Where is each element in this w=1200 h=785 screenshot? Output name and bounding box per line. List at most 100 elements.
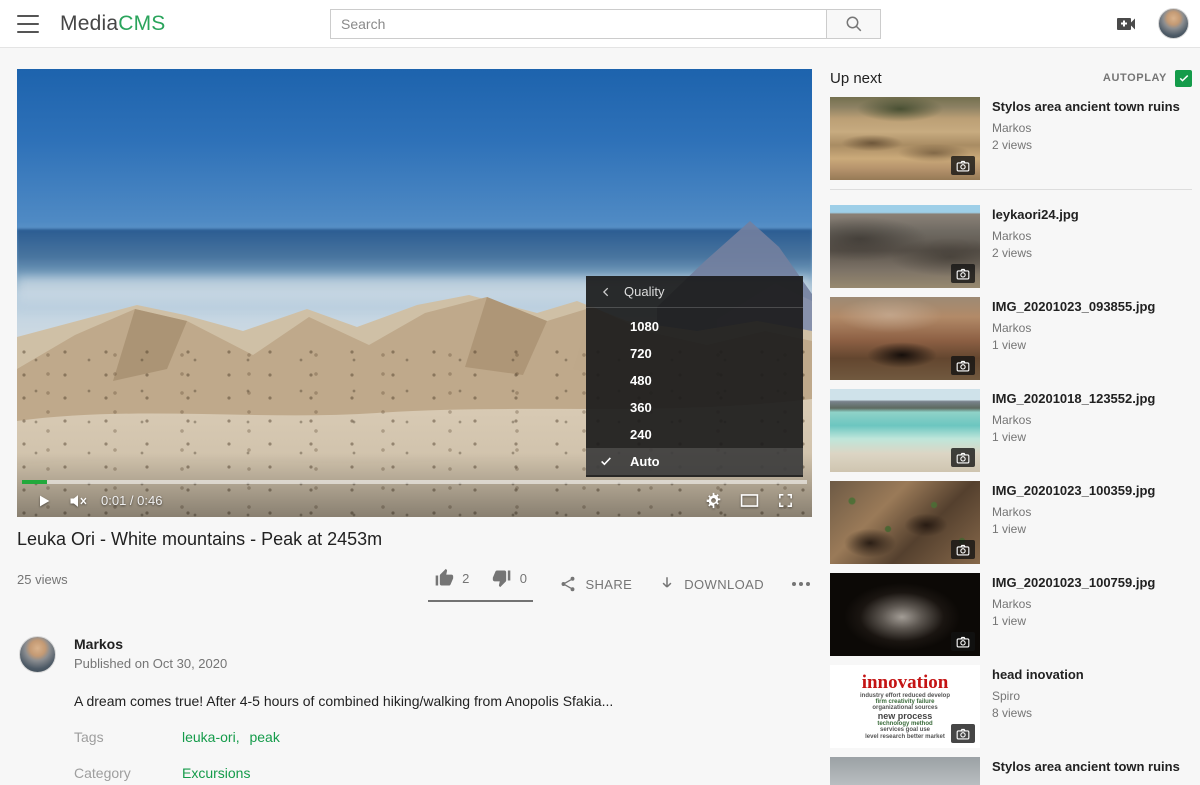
related-views: 1 view bbox=[992, 430, 1155, 444]
download-label: DOWNLOAD bbox=[684, 577, 764, 592]
brand-logo[interactable]: MediaCMS bbox=[60, 12, 165, 36]
play-button[interactable] bbox=[31, 488, 57, 514]
stats-row: 25 views 2 0 bbox=[17, 566, 812, 602]
related-views: 1 view bbox=[992, 522, 1155, 536]
mute-icon[interactable] bbox=[65, 488, 91, 514]
quality-option-720[interactable]: 720 bbox=[586, 340, 803, 367]
tag-link-leuka-ori[interactable]: leuka-ori, bbox=[182, 729, 240, 745]
author-name[interactable]: Markos bbox=[74, 636, 227, 652]
related-author[interactable]: Markos bbox=[992, 597, 1155, 611]
like-button[interactable]: 2 bbox=[434, 568, 470, 588]
search-button[interactable] bbox=[827, 9, 881, 39]
player-controls-right bbox=[700, 488, 798, 514]
related-media-item[interactable]: innovation industry effort reduced devel… bbox=[830, 665, 1192, 748]
view-count: 25 views bbox=[17, 566, 68, 587]
author-avatar[interactable] bbox=[19, 636, 56, 673]
autoplay-label: AUTOPLAY bbox=[1103, 72, 1167, 84]
quality-option-240[interactable]: 240 bbox=[586, 421, 803, 448]
quality-settings-menu: Quality 1080 720 480 360 240 Auto bbox=[586, 276, 803, 477]
camera-icon bbox=[951, 724, 975, 743]
related-thumbnail[interactable] bbox=[830, 757, 980, 785]
quality-option-auto-label: Auto bbox=[630, 454, 660, 469]
quality-menu-back[interactable]: Quality bbox=[586, 276, 803, 308]
related-author[interactable]: Markos bbox=[992, 321, 1155, 335]
related-thumbnail[interactable]: innovation industry effort reduced devel… bbox=[830, 665, 980, 748]
related-thumbnail[interactable] bbox=[830, 205, 980, 288]
related-media-item[interactable]: Stylos area ancient town ruins Markos 2 … bbox=[830, 97, 1192, 180]
search-icon bbox=[844, 14, 864, 34]
autoplay-checkbox[interactable] bbox=[1175, 70, 1192, 87]
quality-option-auto[interactable]: Auto bbox=[586, 448, 803, 475]
related-author[interactable]: Markos bbox=[992, 413, 1155, 427]
media-title: Leuka Ori - White mountains - Peak at 24… bbox=[17, 529, 812, 550]
related-title[interactable]: IMG_20201023_100759.jpg bbox=[992, 575, 1155, 591]
related-media-item[interactable]: IMG_20201018_123552.jpg Markos 1 view bbox=[830, 389, 1192, 472]
quality-option-480[interactable]: 480 bbox=[586, 367, 803, 394]
related-thumbnail[interactable] bbox=[830, 297, 980, 380]
quality-option-1080[interactable]: 1080 bbox=[586, 313, 803, 340]
chevron-left-icon bbox=[600, 286, 612, 298]
related-media-item[interactable]: Stylos area ancient town ruins bbox=[830, 757, 1192, 785]
checkmark-icon bbox=[1178, 72, 1190, 84]
related-author[interactable]: Markos bbox=[992, 121, 1180, 135]
wordcloud-line: level research better market bbox=[865, 734, 945, 740]
related-title[interactable]: head inovation bbox=[992, 667, 1084, 683]
upload-media-icon[interactable] bbox=[1114, 12, 1138, 36]
menu-icon[interactable] bbox=[17, 15, 39, 33]
download-button[interactable]: DOWNLOAD bbox=[658, 575, 764, 593]
brand-cms-text: CMS bbox=[118, 12, 165, 35]
dislike-count: 0 bbox=[520, 571, 528, 586]
share-button[interactable]: SHARE bbox=[559, 575, 632, 593]
fullscreen-icon[interactable] bbox=[772, 488, 798, 514]
search-input[interactable] bbox=[330, 9, 827, 39]
rate-group: 2 0 bbox=[428, 566, 533, 602]
share-label: SHARE bbox=[585, 577, 632, 592]
settings-gear-icon[interactable] bbox=[700, 488, 726, 514]
category-row: Category Excursions bbox=[74, 765, 812, 781]
up-next-title: Up next bbox=[830, 70, 882, 87]
thumbs-down-icon bbox=[492, 568, 512, 588]
related-title[interactable]: IMG_20201023_100359.jpg bbox=[992, 483, 1155, 499]
more-options-icon[interactable] bbox=[790, 576, 812, 592]
tags-label: Tags bbox=[74, 729, 182, 745]
related-title[interactable]: Stylos area ancient town ruins bbox=[992, 759, 1180, 775]
published-date: Published on Oct 30, 2020 bbox=[74, 656, 227, 671]
category-link-excursions[interactable]: Excursions bbox=[182, 765, 250, 781]
related-title[interactable]: IMG_20201023_093855.jpg bbox=[992, 299, 1155, 315]
like-count: 2 bbox=[462, 571, 470, 586]
time-display: 0:01 / 0:46 bbox=[101, 493, 162, 508]
related-media-item[interactable]: leykaori24.jpg Markos 2 views bbox=[830, 205, 1192, 288]
top-navbar: MediaCMS bbox=[0, 0, 1200, 48]
related-author[interactable]: Markos bbox=[992, 505, 1155, 519]
mediacms-page: MediaCMS bbox=[0, 0, 1200, 785]
camera-icon bbox=[951, 156, 975, 175]
user-avatar[interactable] bbox=[1158, 8, 1189, 39]
related-views: 2 views bbox=[992, 246, 1079, 260]
related-thumbnail[interactable] bbox=[830, 481, 980, 564]
search-bar bbox=[330, 9, 881, 39]
download-icon bbox=[658, 575, 676, 593]
camera-icon bbox=[951, 356, 975, 375]
tag-link-peak[interactable]: peak bbox=[249, 729, 279, 745]
related-author[interactable]: Markos bbox=[992, 229, 1079, 243]
related-thumbnail[interactable] bbox=[830, 97, 980, 180]
related-title[interactable]: leykaori24.jpg bbox=[992, 207, 1079, 223]
wordcloud-big-word: innovation bbox=[862, 673, 949, 693]
dislike-button[interactable]: 0 bbox=[492, 568, 528, 588]
quality-option-360[interactable]: 360 bbox=[586, 394, 803, 421]
related-thumbnail[interactable] bbox=[830, 573, 980, 656]
camera-icon bbox=[951, 448, 975, 467]
video-player[interactable]: Quality 1080 720 480 360 240 Auto bbox=[17, 69, 812, 517]
related-title[interactable]: IMG_20201018_123552.jpg bbox=[992, 391, 1155, 407]
theater-mode-icon[interactable] bbox=[736, 488, 762, 514]
related-author[interactable]: Spiro bbox=[992, 689, 1084, 703]
related-thumbnail[interactable] bbox=[830, 389, 980, 472]
up-next-sidebar: Up next AUTOPLAY Stylos area ancie bbox=[830, 68, 1192, 785]
related-title[interactable]: Stylos area ancient town ruins bbox=[992, 99, 1180, 115]
related-media-item[interactable]: IMG_20201023_100759.jpg Markos 1 view bbox=[830, 573, 1192, 656]
related-media-item[interactable]: IMG_20201023_100359.jpg Markos 1 view bbox=[830, 481, 1192, 564]
category-label: Category bbox=[74, 765, 182, 781]
share-icon bbox=[559, 575, 577, 593]
related-media-item[interactable]: IMG_20201023_093855.jpg Markos 1 view bbox=[830, 297, 1192, 380]
autoplay-toggle: AUTOPLAY bbox=[1103, 70, 1192, 87]
